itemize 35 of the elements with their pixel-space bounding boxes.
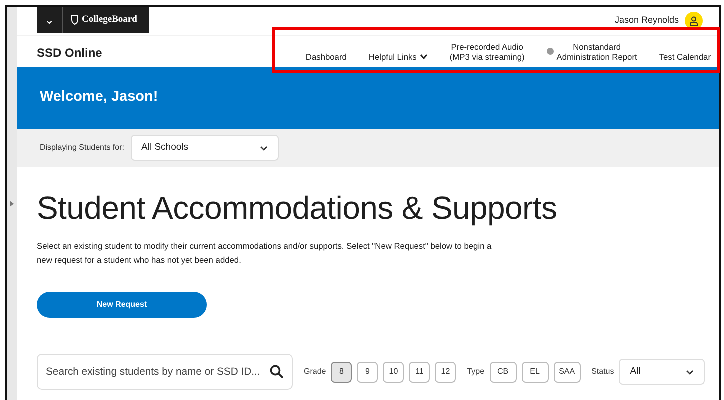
- welcome-heading: Welcome, Jason!: [40, 88, 158, 108]
- status-select[interactable]: All: [619, 359, 706, 386]
- grade-label: Grade: [304, 366, 326, 378]
- grade-option[interactable]: 12: [435, 362, 456, 383]
- logo-text[interactable]: CollegeBoard: [82, 12, 138, 28]
- new-request-button[interactable]: New Request: [37, 292, 207, 318]
- nav-link[interactable]: Nonstandard Administration Report: [546, 42, 638, 62]
- expand-arrow-icon[interactable]: [10, 201, 14, 207]
- nav-link[interactable]: Test Calendar: [659, 52, 711, 62]
- user-name[interactable]: Jason Reynolds: [614, 14, 679, 28]
- grade-option[interactable]: 11: [409, 362, 430, 383]
- grade-option[interactable]: 8: [331, 362, 352, 383]
- chevron-down-icon: [420, 54, 428, 60]
- type-option[interactable]: EL: [522, 362, 549, 383]
- type-label: Type: [467, 366, 485, 378]
- nav-link[interactable]: Pre-recorded Audio (MP3 via streaming): [450, 42, 525, 62]
- school-select[interactable]: All Schools: [130, 135, 278, 161]
- chevron-down-icon: [260, 146, 268, 150]
- app-title: SSD Online: [37, 45, 102, 62]
- type-option[interactable]: CB: [490, 362, 517, 383]
- type-option[interactable]: SAA: [554, 362, 581, 383]
- grade-option[interactable]: 9: [357, 362, 378, 383]
- nav-link[interactable]: Dashboard: [306, 52, 347, 62]
- filter-label: Displaying Students for:: [40, 142, 124, 154]
- intro-text: Select an existing student to modify their current accommodations and/or supports. Select "New Request" below to begin a new request for a student who has not yet been added.: [37, 240, 493, 267]
- search-field[interactable]: Search existing students by name or SSD ID...: [37, 354, 293, 390]
- shield-icon: [71, 15, 79, 25]
- nav-dropdown[interactable]: Helpful Links: [368, 52, 428, 62]
- grade-option[interactable]: 10: [383, 362, 404, 383]
- status-dot-icon: [546, 48, 554, 56]
- menu-toggle-button[interactable]: ⌄: [37, 7, 63, 33]
- status-label: Status: [592, 366, 614, 378]
- page-heading: Student Accommodations & Supports: [37, 191, 558, 226]
- search-icon[interactable]: [270, 365, 284, 380]
- chevron-down-icon: [686, 370, 694, 375]
